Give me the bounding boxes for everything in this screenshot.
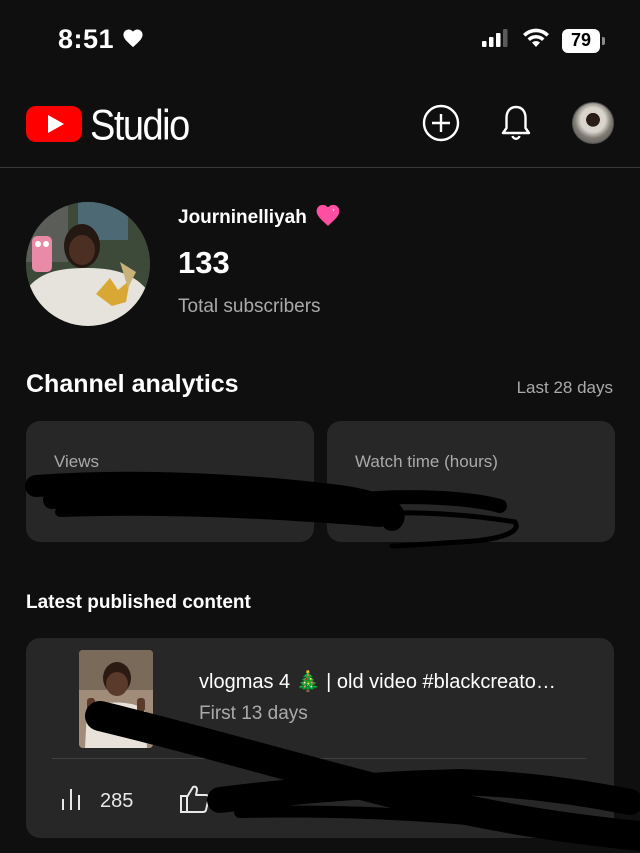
battery-icon: 79 — [562, 28, 605, 53]
status-indicators: 79 — [482, 28, 605, 53]
account-avatar[interactable] — [572, 102, 614, 144]
video-thumbnail[interactable] — [79, 650, 153, 748]
video-title[interactable]: vlogmas 4 🎄 | old video #blackcreato… — [199, 669, 556, 694]
latest-content-title: Latest published content — [26, 592, 251, 613]
channel-info: Journinelliyah 133 Total subscribers — [26, 200, 614, 330]
pink-heart-icon — [315, 203, 341, 233]
create-icon[interactable] — [422, 104, 460, 142]
subscriber-label: Total subscribers — [178, 296, 321, 317]
status-time-text: 8:51 — [58, 24, 115, 54]
status-bar: 8:51 79 — [0, 0, 640, 84]
analytics-title: Channel analytics — [26, 370, 239, 398]
latest-video-card[interactable]: vlogmas 4 🎄 | old video #blackcreato… Fi… — [26, 638, 614, 838]
subscriber-count: 133 — [178, 245, 230, 280]
watch-time-label: Watch time (hours) — [355, 452, 498, 471]
views-stat: 285 — [60, 787, 133, 816]
video-period: First 13 days — [199, 703, 308, 724]
channel-avatar[interactable] — [26, 202, 150, 326]
signal-icon — [482, 28, 510, 53]
views-bar-chart-icon — [60, 787, 86, 816]
views-label: Views — [54, 452, 100, 471]
card-divider — [52, 758, 586, 759]
like-icon — [179, 784, 211, 819]
header-actions — [422, 102, 614, 144]
app-header: Studio — [0, 84, 640, 168]
heart-icon — [122, 24, 144, 55]
app-name: Studio — [90, 102, 190, 150]
youtube-logo-icon — [26, 104, 82, 149]
watch-time-card[interactable]: Watch time (hours) — [327, 421, 615, 542]
studio-logo[interactable]: Studio — [26, 102, 190, 150]
channel-name-text: Journinelliyah — [178, 207, 307, 228]
views-count: 285 — [100, 790, 134, 812]
analytics-range[interactable]: Last 28 days — [517, 378, 613, 398]
channel-name: Journinelliyah — [178, 203, 341, 233]
battery-level: 79 — [570, 30, 592, 50]
wifi-icon — [522, 28, 550, 53]
status-time: 8:51 — [58, 24, 144, 55]
views-card[interactable]: Views — [26, 421, 314, 542]
likes-stat — [179, 784, 225, 819]
bell-icon[interactable] — [500, 104, 532, 142]
video-stats: 285 — [60, 784, 271, 819]
